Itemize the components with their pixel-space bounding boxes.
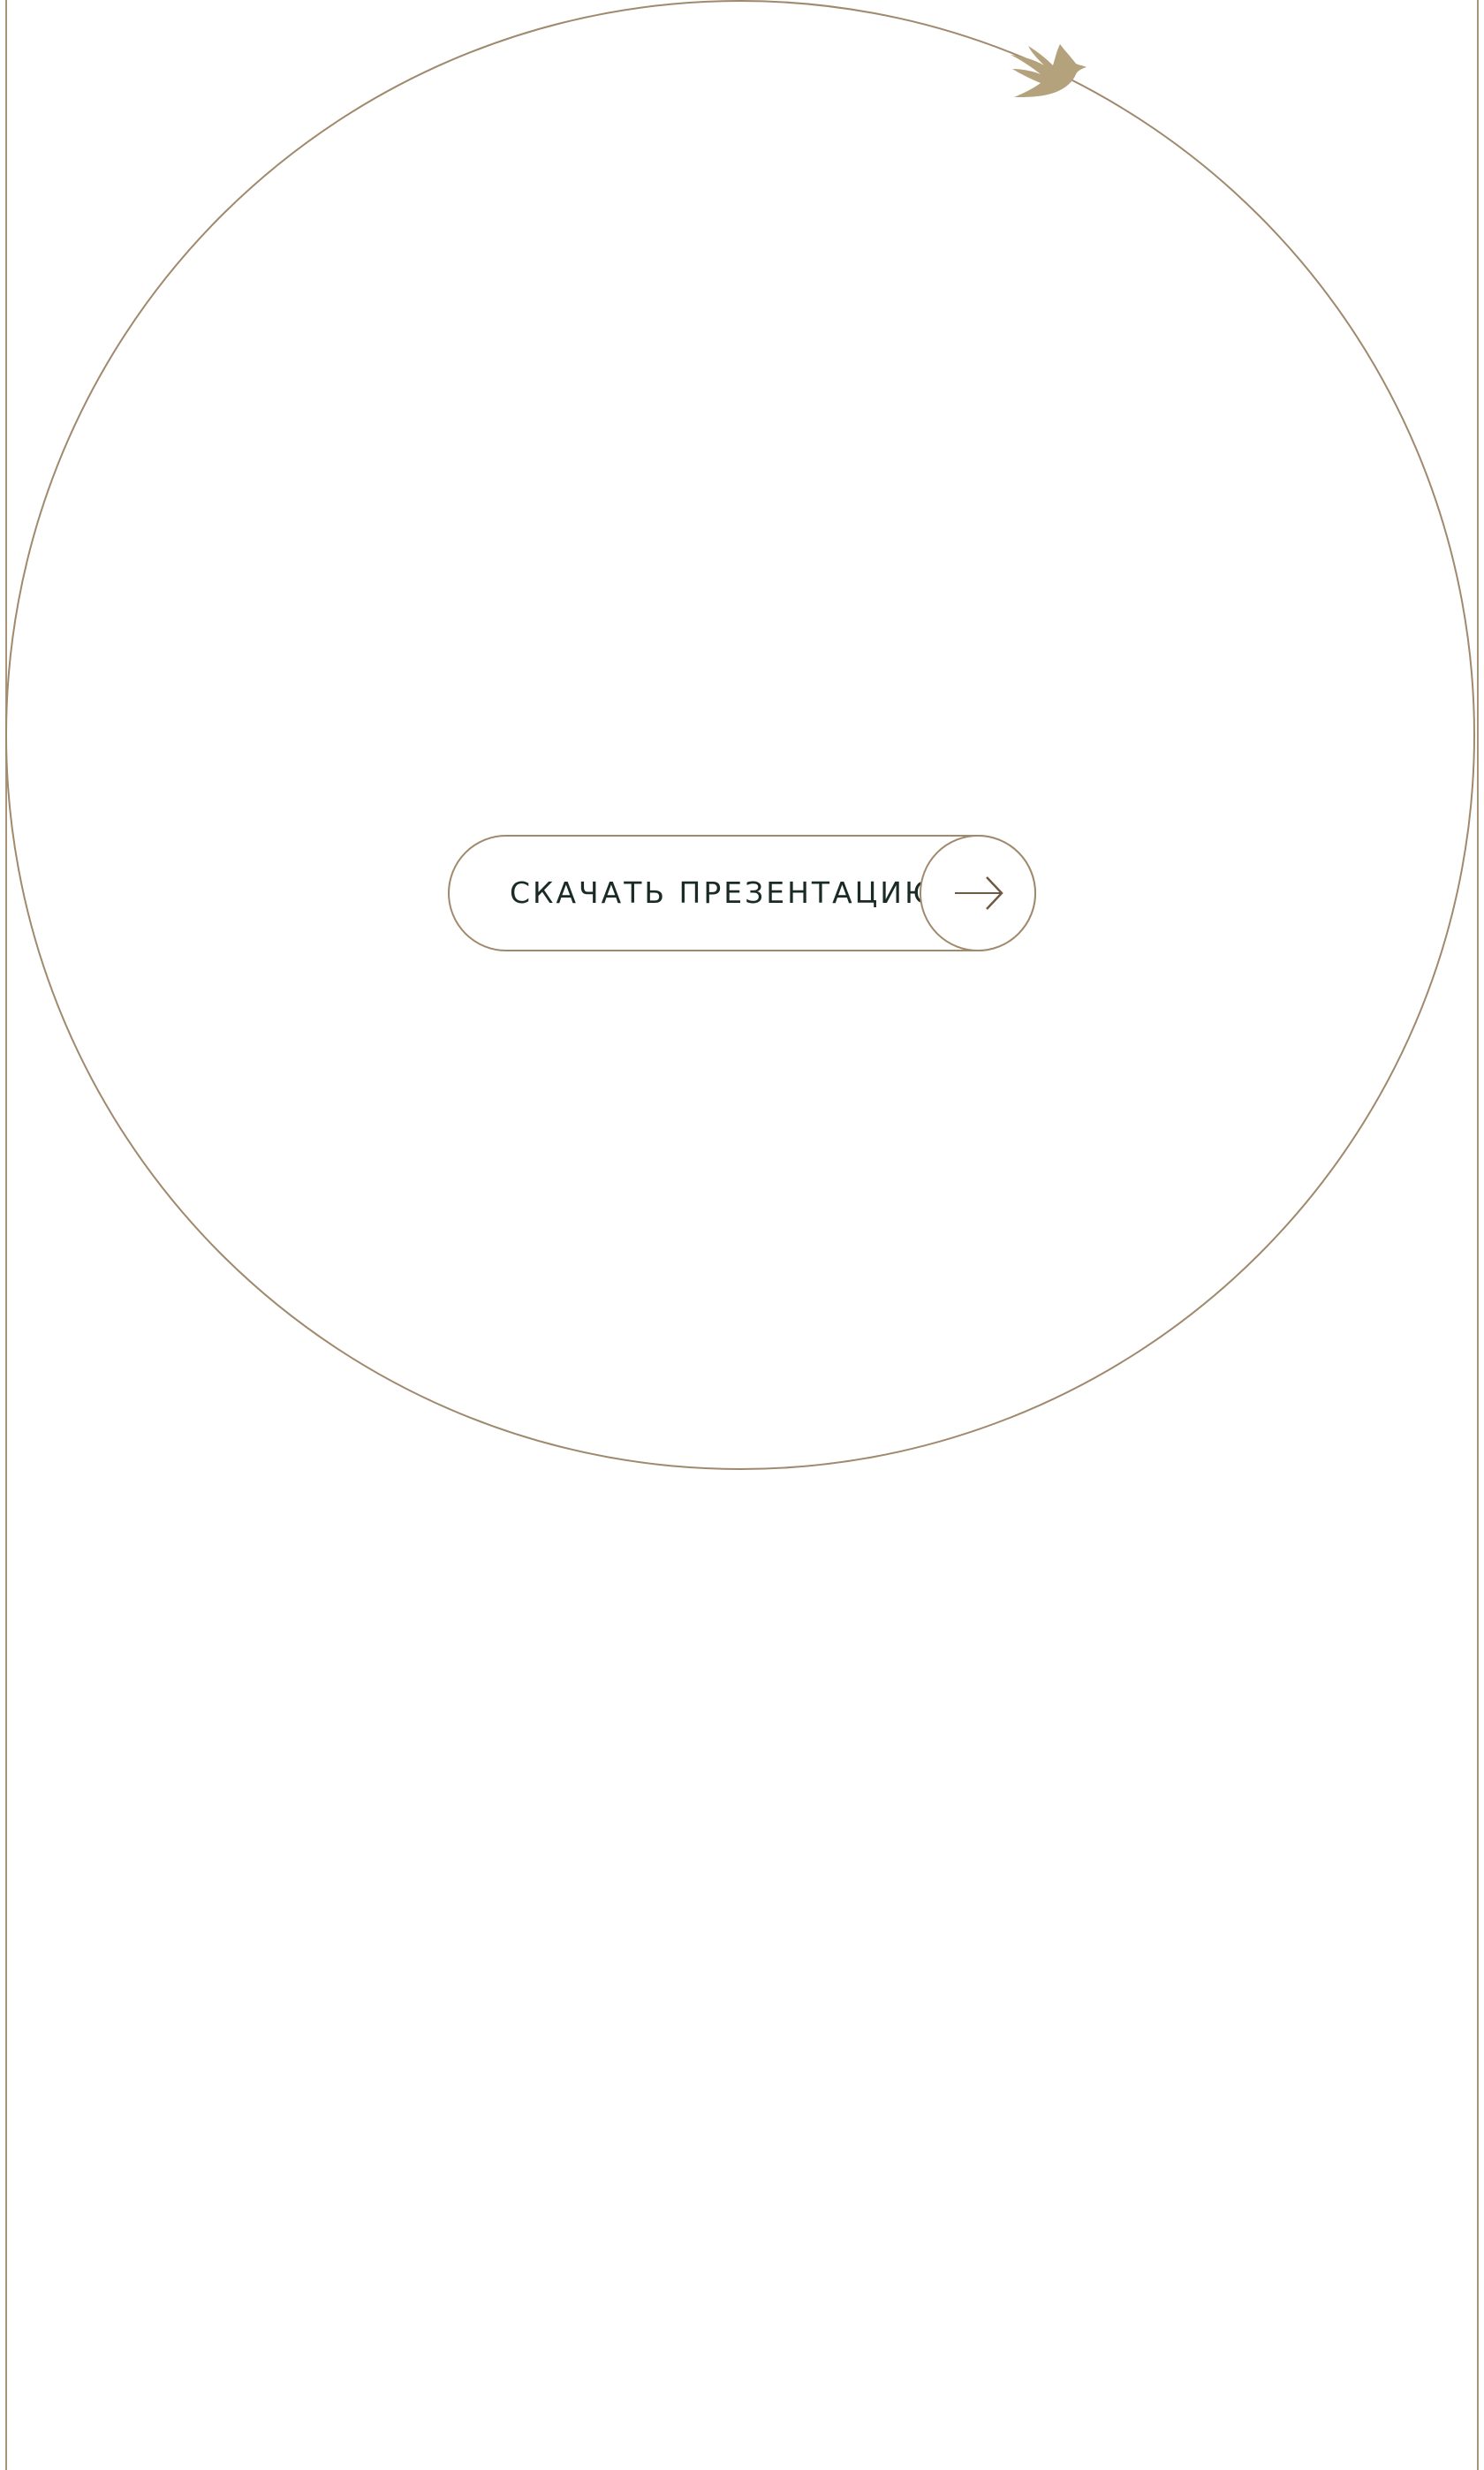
decorative-circle bbox=[5, 0, 1475, 1470]
arrow-button-circle[interactable] bbox=[920, 835, 1036, 951]
left-frame-line bbox=[5, 0, 7, 2470]
arrow-right-icon bbox=[955, 876, 1003, 910]
download-presentation-label: СКАЧАТЬ ПРЕЗЕНТАЦИЮ bbox=[510, 875, 939, 910]
swallow-bird-icon bbox=[1011, 44, 1086, 97]
download-presentation-button[interactable]: СКАЧАТЬ ПРЕЗЕНТАЦИЮ bbox=[448, 835, 1036, 951]
page: СКАЧАТЬ ПРЕЗЕНТАЦИЮ bbox=[0, 0, 1484, 2470]
right-frame-line bbox=[1477, 0, 1479, 2470]
